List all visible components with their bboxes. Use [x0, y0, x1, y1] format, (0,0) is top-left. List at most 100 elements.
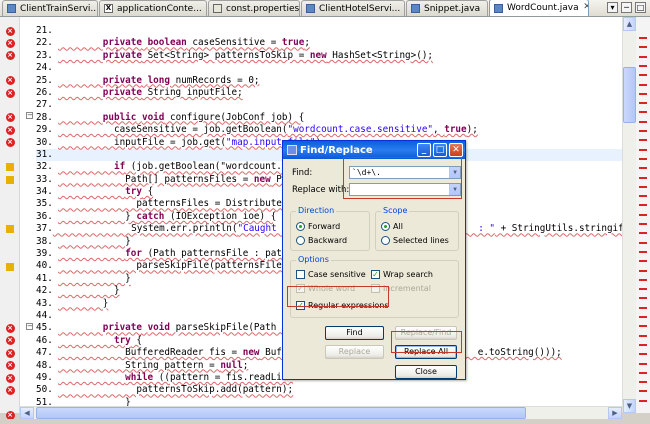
- fold-minus-icon[interactable]: −: [26, 112, 33, 119]
- error-icon[interactable]: ×: [5, 39, 15, 49]
- code-line[interactable]: 24.: [36, 62, 624, 74]
- overview-ruler[interactable]: [636, 17, 650, 413]
- overview-error-mark[interactable]: [639, 176, 647, 179]
- overview-error-mark[interactable]: [639, 139, 647, 142]
- overview-error-mark[interactable]: [639, 74, 647, 77]
- error-icon[interactable]: ×: [5, 386, 15, 396]
- code-line[interactable]: 50. patternsToSkip.add(pattern);: [36, 384, 624, 396]
- warning-icon[interactable]: [6, 262, 14, 271]
- close-button[interactable]: Close: [395, 365, 457, 379]
- overview-error-mark[interactable]: [639, 306, 647, 309]
- error-icon[interactable]: ×: [5, 373, 15, 383]
- overview-error-mark[interactable]: [639, 92, 647, 95]
- replace-all-button[interactable]: Replace All: [395, 345, 457, 359]
- radio-selected-lines-dot[interactable]: [381, 236, 390, 245]
- fold-minus-icon[interactable]: −: [26, 323, 33, 330]
- close-window-button[interactable]: ✕: [449, 143, 463, 157]
- overview-error-mark[interactable]: [639, 343, 647, 346]
- chevron-down-icon[interactable]: ▼: [449, 184, 460, 195]
- overview-error-mark[interactable]: [639, 353, 647, 356]
- error-icon[interactable]: ×: [5, 113, 15, 123]
- checkbox-wrap-search[interactable]: ✓ Wrap search: [371, 270, 433, 279]
- find-button[interactable]: Find: [325, 326, 384, 340]
- radio-forward-dot[interactable]: [296, 222, 305, 231]
- vertical-scrollbar[interactable]: ▲ ▼: [622, 17, 636, 413]
- overview-error-mark[interactable]: [639, 157, 647, 160]
- overview-error-mark[interactable]: [639, 213, 647, 216]
- overview-error-mark[interactable]: [639, 223, 647, 225]
- overview-error-mark[interactable]: [639, 260, 647, 263]
- radio-backward[interactable]: Backward: [296, 236, 347, 245]
- radio-all[interactable]: All: [381, 222, 403, 231]
- check-icon[interactable]: ✓: [371, 270, 380, 279]
- error-icon[interactable]: ×: [5, 336, 15, 346]
- error-icon[interactable]: ×: [5, 26, 15, 36]
- radio-forward[interactable]: Forward: [296, 222, 340, 231]
- error-icon[interactable]: ×: [5, 138, 15, 148]
- checkbox-case-sensitive-box[interactable]: [296, 270, 305, 279]
- overview-error-mark[interactable]: [639, 102, 647, 105]
- tab-4[interactable]: Snippet.java: [406, 0, 488, 16]
- overview-error-mark[interactable]: [639, 111, 647, 114]
- overview-error-mark[interactable]: [639, 297, 647, 300]
- overview-error-mark[interactable]: [639, 371, 647, 374]
- scroll-left-arrow-icon[interactable]: ◀: [20, 407, 34, 419]
- chevron-down-icon[interactable]: ▼: [449, 167, 460, 178]
- warning-icon[interactable]: [6, 225, 14, 234]
- error-icon[interactable]: ×: [5, 361, 15, 371]
- check-icon[interactable]: ✓: [296, 301, 305, 310]
- tab-2[interactable]: const.properties: [208, 0, 300, 16]
- radio-backward-dot[interactable]: [296, 236, 305, 245]
- code-line[interactable]: 23. private Set<String> patternsToSkip =…: [36, 50, 624, 62]
- overview-error-mark[interactable]: [639, 148, 647, 151]
- overview-error-mark[interactable]: [639, 120, 647, 123]
- overview-error-mark[interactable]: [639, 185, 647, 188]
- overview-error-mark[interactable]: [639, 334, 647, 337]
- overview-error-mark[interactable]: [639, 250, 647, 253]
- horizontal-scrollbar[interactable]: ◀ ▶: [20, 406, 622, 419]
- maximize-view-icon[interactable]: □: [635, 2, 646, 13]
- radio-all-dot[interactable]: [381, 222, 390, 231]
- overview-error-mark[interactable]: [639, 325, 647, 328]
- scroll-right-arrow-icon[interactable]: ▶: [608, 407, 622, 419]
- code-line[interactable]: 22. private boolean caseSensitive = true…: [36, 37, 624, 49]
- checkbox-case-sensitive[interactable]: Case sensitive: [296, 270, 366, 279]
- minimize-button[interactable]: _: [417, 143, 431, 157]
- overview-error-mark[interactable]: [639, 167, 647, 170]
- warning-icon[interactable]: [6, 163, 14, 172]
- code-line[interactable]: 25. private long numRecords = 0;: [36, 75, 624, 87]
- overview-error-mark[interactable]: [639, 390, 647, 393]
- code-line[interactable]: 21.: [36, 25, 624, 37]
- overview-error-mark[interactable]: [639, 64, 647, 67]
- error-icon[interactable]: ×: [5, 88, 15, 98]
- overview-error-mark[interactable]: [639, 381, 647, 384]
- find-combo[interactable]: `\d+\. ▼: [349, 166, 461, 179]
- code-line[interactable]: 27.: [36, 99, 624, 111]
- overview-error-mark[interactable]: [639, 288, 647, 291]
- overview-error-mark[interactable]: [639, 46, 647, 49]
- tab-0[interactable]: ClientTrainServi...: [2, 0, 98, 16]
- overview-error-mark[interactable]: [639, 204, 647, 207]
- view-menu-icon[interactable]: ▾: [607, 2, 618, 13]
- overview-error-mark[interactable]: [639, 241, 647, 244]
- overview-error-mark[interactable]: [639, 232, 647, 235]
- overview-error-mark[interactable]: [639, 83, 647, 86]
- code-line[interactable]: 26. private String inputFile;: [36, 87, 624, 99]
- tab-1[interactable]: XapplicationConte...: [99, 0, 207, 16]
- dialog-title-bar[interactable]: Find/Replace _ □ ✕: [283, 141, 465, 159]
- error-icon[interactable]: ×: [5, 348, 15, 358]
- warning-icon[interactable]: [6, 175, 14, 184]
- maximize-button[interactable]: □: [433, 143, 447, 157]
- overview-error-mark[interactable]: [639, 195, 647, 198]
- error-icon[interactable]: ×: [5, 51, 15, 61]
- close-icon[interactable]: ✕: [583, 2, 588, 13]
- find-replace-dialog[interactable]: Find/Replace _ □ ✕ Find: `\d+\. ▼ Replac…: [282, 140, 466, 380]
- overview-error-mark[interactable]: [639, 316, 647, 318]
- overview-error-mark[interactable]: [639, 55, 647, 58]
- vertical-scroll-thumb[interactable]: [623, 67, 636, 123]
- overview-error-mark[interactable]: [639, 278, 647, 281]
- error-icon[interactable]: ×: [5, 76, 15, 86]
- code-line[interactable]: 29. caseSensitive = job.getBoolean("word…: [36, 124, 624, 136]
- horizontal-scroll-thumb[interactable]: [36, 407, 526, 419]
- tab-5[interactable]: WordCount.java ✕: [489, 0, 589, 16]
